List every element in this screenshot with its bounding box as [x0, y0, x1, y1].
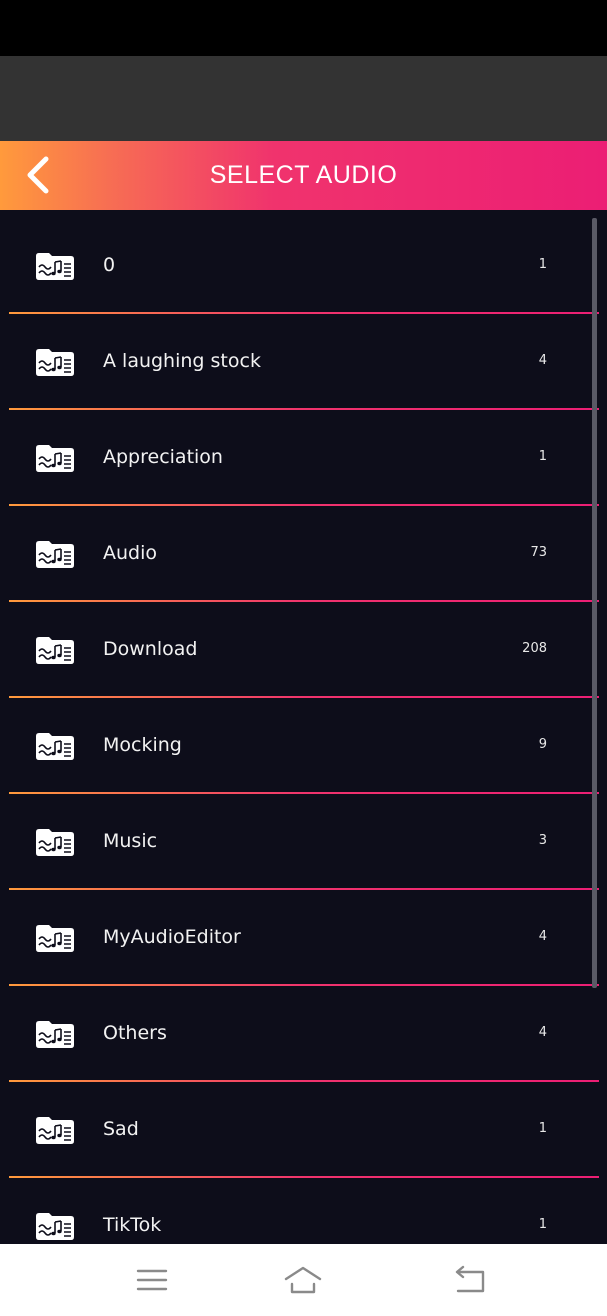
folder-count: 3	[538, 833, 547, 848]
folder-row[interactable]: TikTok 1	[0, 1178, 607, 1244]
folder-count: 1	[538, 449, 547, 464]
folder-name: Download	[103, 638, 198, 660]
music-folder-icon	[33, 1018, 77, 1050]
folder-row[interactable]: Others 4	[0, 986, 607, 1082]
music-folder-icon	[33, 922, 77, 954]
folder-name: Mocking	[103, 734, 182, 756]
music-folder-icon	[33, 826, 77, 858]
folder-name: Appreciation	[103, 446, 223, 468]
folder-row[interactable]: Appreciation 1	[0, 410, 607, 506]
folder-row[interactable]: 0 1	[0, 218, 607, 314]
folder-name: Others	[103, 1022, 167, 1044]
music-folder-icon	[33, 1210, 77, 1242]
back-nav-button[interactable]	[450, 1262, 490, 1298]
folder-name: 0	[103, 254, 116, 276]
music-folder-icon	[33, 538, 77, 570]
folder-row[interactable]: Mocking 9	[0, 698, 607, 794]
folder-name: Music	[103, 830, 158, 852]
folder-count: 1	[538, 1217, 547, 1232]
back-arrow-icon	[455, 1265, 485, 1293]
music-folder-icon	[33, 346, 77, 378]
system-nav-bar	[0, 1244, 607, 1316]
music-folder-icon	[33, 250, 77, 282]
music-folder-icon	[33, 730, 77, 762]
page-title: SELECT AUDIO	[209, 161, 398, 189]
folder-count: 73	[530, 545, 547, 560]
menu-button[interactable]	[132, 1262, 172, 1298]
folder-count: 4	[538, 929, 547, 944]
folder-row[interactable]: A laughing stock 4	[0, 314, 607, 410]
folder-name: TikTok	[103, 1214, 162, 1236]
home-button[interactable]	[283, 1262, 323, 1298]
chevron-left-icon	[27, 156, 49, 194]
home-icon	[284, 1266, 322, 1294]
folder-count: 208	[522, 641, 547, 656]
folder-name: Sad	[103, 1118, 139, 1140]
folder-count: 9	[538, 737, 547, 752]
music-folder-icon	[33, 1114, 77, 1146]
music-folder-icon	[33, 442, 77, 474]
folder-count: 4	[538, 353, 547, 368]
scrollbar[interactable]	[592, 218, 597, 988]
folder-count: 1	[538, 257, 547, 272]
folder-count: 1	[538, 1121, 547, 1136]
app-bar: SELECT AUDIO	[0, 141, 607, 210]
music-folder-icon	[33, 634, 77, 666]
top-band	[0, 56, 607, 141]
folder-row[interactable]: Music 3	[0, 794, 607, 890]
back-button[interactable]	[18, 153, 62, 197]
folder-name: MyAudioEditor	[103, 926, 241, 948]
folder-row[interactable]: Sad 1	[0, 1082, 607, 1178]
folder-row[interactable]: MyAudioEditor 4	[0, 890, 607, 986]
folder-name: A laughing stock	[103, 350, 261, 372]
folder-row[interactable]: Audio 73	[0, 506, 607, 602]
folder-count: 4	[538, 1025, 547, 1040]
status-bar	[0, 0, 607, 56]
menu-icon	[136, 1269, 168, 1291]
folder-list[interactable]: 0 1 A laughing stock 4 Appreciation 1 Au…	[0, 218, 607, 1244]
folder-name: Audio	[103, 542, 158, 564]
folder-row[interactable]: Download 208	[0, 602, 607, 698]
